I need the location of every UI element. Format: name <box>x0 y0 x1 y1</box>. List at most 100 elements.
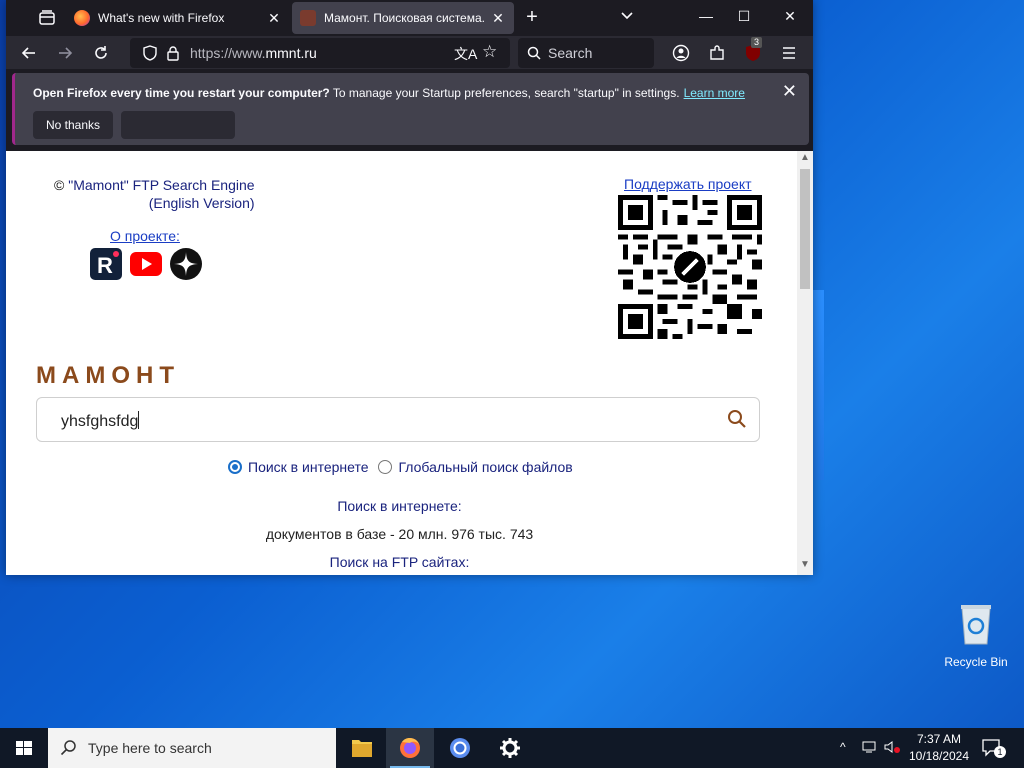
notification-close-icon[interactable]: ✕ <box>782 81 797 102</box>
qr-code-image <box>618 195 762 339</box>
lock-icon[interactable] <box>166 45 180 61</box>
radio-internet-search[interactable]: Поиск в интернете <box>228 459 368 475</box>
page-scrollbar[interactable]: ▲ ▼ <box>797 151 813 575</box>
account-button[interactable] <box>670 42 692 64</box>
tab-bar: What's new with Firefox ✕ Мамонт. Поиско… <box>6 0 813 36</box>
folder-icon <box>352 740 372 757</box>
close-window-button[interactable]: ✕ <box>780 8 800 25</box>
startup-notification-bar: Open Firefox every time you restart your… <box>12 73 809 145</box>
tab-close-icon[interactable]: ✕ <box>490 10 506 27</box>
svg-text:R: R <box>97 253 113 278</box>
radio-global-file-search[interactable]: Глобальный поиск файлов <box>378 459 573 475</box>
new-tab-button[interactable]: + <box>521 6 543 29</box>
learn-more-link[interactable]: Learn more <box>684 86 745 100</box>
forward-button[interactable] <box>54 42 76 64</box>
clock-date: 10/18/2024 <box>908 749 970 763</box>
firefox-view-icon <box>39 10 55 25</box>
volume-muted-icon[interactable] <box>884 740 902 757</box>
text-caret <box>138 411 140 429</box>
taskbar-search-placeholder: Type here to search <box>88 740 212 756</box>
reload-icon <box>95 46 107 59</box>
copyright-link[interactable]: "Mamont" FTP Search Engine <box>68 177 254 193</box>
copyright-symbol: © <box>54 177 65 193</box>
forward-arrow-icon <box>59 47 73 59</box>
url-prefix: https://www. <box>190 45 266 61</box>
zen-star-icon <box>170 248 202 280</box>
set-default-button[interactable] <box>121 111 235 139</box>
action-center-button[interactable]: 1 <box>980 736 1006 760</box>
search-input-value: yhsfghsfdg <box>61 411 140 431</box>
search-value-text: yhsfghsfdg <box>61 413 139 430</box>
search-bar-placeholder: Search <box>548 45 593 61</box>
rutube-icon[interactable]: R <box>90 248 122 280</box>
chromium-taskbar-button[interactable] <box>436 728 484 768</box>
scroll-up-icon[interactable]: ▲ <box>800 152 810 163</box>
copyright-block: © "Mamont" FTP Search Engine (English Ve… <box>54 176 255 212</box>
zen-icon[interactable] <box>170 248 202 280</box>
search-icon[interactable] <box>727 409 747 429</box>
search-input[interactable]: yhsfghsfdg <box>36 397 760 442</box>
bookmark-star-icon[interactable]: ☆ <box>482 42 497 62</box>
recycle-bin-desktop-icon[interactable]: Recycle Bin <box>938 600 1014 669</box>
search-icon <box>527 46 541 60</box>
back-arrow-icon <box>21 47 35 59</box>
start-button[interactable] <box>0 728 48 768</box>
radio-internet-label: Поиск в интернете <box>248 459 369 475</box>
notification-message: Open Firefox every time you restart your… <box>33 86 745 100</box>
tab-title: What's new with Firefox <box>98 11 225 25</box>
tab-close-icon[interactable]: ✕ <box>266 10 282 27</box>
menu-button[interactable] <box>778 42 800 64</box>
extension-badge: 3 <box>751 37 763 48</box>
reload-button[interactable] <box>90 42 112 64</box>
tab-whats-new[interactable]: What's new with Firefox ✕ <box>66 2 290 34</box>
back-button[interactable] <box>18 42 40 64</box>
rutube-logo-icon: R <box>97 251 119 278</box>
taskbar-clock[interactable]: 7:37 AM 10/18/2024 <box>906 731 972 765</box>
taskbar: Type here to search ^ 7:37 AM 10/18/2024… <box>0 728 1024 768</box>
list-all-tabs-button[interactable] <box>620 9 634 26</box>
page-content: © "Mamont" FTP Search Engine (English Ve… <box>6 151 813 575</box>
firefox-taskbar-button[interactable] <box>386 728 434 768</box>
settings-taskbar-button[interactable] <box>486 728 534 768</box>
desktop-background-glow <box>812 290 824 480</box>
firefox-view-button[interactable] <box>36 8 58 28</box>
extensions-button[interactable] <box>706 42 728 64</box>
stat-internet-heading: Поиск в интернете: <box>337 498 462 514</box>
shield-icon[interactable] <box>142 45 158 61</box>
account-icon <box>672 44 690 62</box>
stat-internet-value: документов в базе - 20 млн. 976 тыс. 743 <box>265 526 534 542</box>
show-hidden-icons-chevron-icon[interactable]: ^ <box>840 740 846 754</box>
youtube-icon[interactable] <box>130 252 162 276</box>
chromium-icon <box>450 738 470 758</box>
chevron-down-icon <box>621 12 633 20</box>
youtube-play-icon <box>142 258 152 270</box>
english-version-link[interactable]: (English Version) <box>54 194 255 212</box>
support-project-link[interactable]: Поддержать проект <box>624 176 752 192</box>
puzzle-icon <box>710 45 724 60</box>
no-thanks-button[interactable]: No thanks <box>33 111 113 139</box>
network-icon[interactable] <box>862 740 878 757</box>
url-bar[interactable]: https://www.mmnt.ru 文A ☆ <box>130 38 510 68</box>
about-project-link[interactable]: О проекте: <box>110 228 180 244</box>
scrollbar-thumb[interactable] <box>800 169 810 289</box>
tab-mamont[interactable]: Мамонт. Поисковая система. ✕ <box>292 2 514 34</box>
search-mode-radio-group: Поиск в интернете Глобальный поиск файло… <box>228 459 573 475</box>
file-explorer-taskbar-button[interactable] <box>338 728 386 768</box>
url-domain: mmnt.ru <box>265 45 317 61</box>
minimize-button[interactable]: — <box>696 8 716 24</box>
url-text: https://www.mmnt.ru <box>190 45 317 61</box>
ublock-extension-button[interactable]: 3 <box>742 37 764 64</box>
navigation-toolbar: https://www.mmnt.ru 文A ☆ Search 3 <box>6 36 813 69</box>
translate-icon[interactable]: 文A <box>454 44 477 64</box>
notification-count-badge: 1 <box>994 746 1006 758</box>
taskbar-search-box[interactable]: Type here to search <box>48 728 336 768</box>
hamburger-menu-icon <box>783 47 795 59</box>
maximize-button[interactable]: ☐ <box>734 8 754 25</box>
search-icon <box>60 740 76 756</box>
clock-time: 7:37 AM <box>916 732 962 746</box>
scroll-down-icon[interactable]: ▼ <box>800 559 810 570</box>
radio-files-label: Глобальный поиск файлов <box>398 459 573 475</box>
tab-title: Мамонт. Поисковая система. <box>324 11 485 25</box>
search-bar[interactable]: Search <box>518 38 654 68</box>
mamont-favicon-icon <box>300 10 316 26</box>
